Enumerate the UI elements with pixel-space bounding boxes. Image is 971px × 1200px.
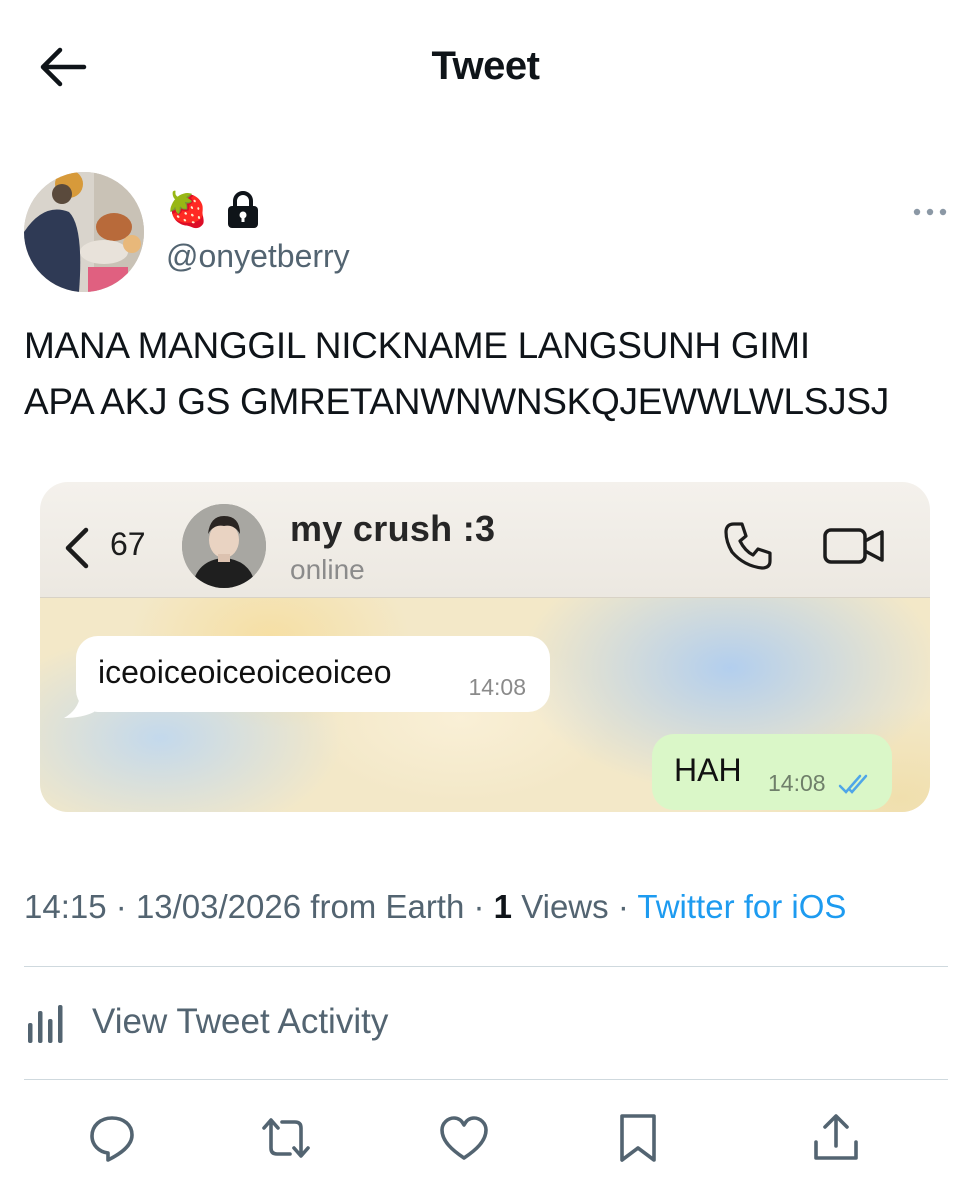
avatar[interactable] [24,172,144,292]
tweet-author: 🍓 @onyetberry [24,172,954,294]
more-dots-icon[interactable] [912,206,948,218]
bar-chart-icon [28,1005,63,1043]
double-check-icon [838,774,868,794]
action-bar [0,1112,971,1172]
top-bar: Tweet [0,0,971,134]
separator-dot: · [473,888,494,925]
user-handle[interactable]: @onyetberry [166,238,350,275]
strawberry-emoji: 🍓 [166,191,209,229]
tweet-source-link[interactable]: Twitter for iOS [637,888,846,925]
contact-status: online [290,554,365,585]
display-name[interactable]: 🍓 [166,188,260,232]
contact-name: my crush :3 [290,508,496,549]
views-label: Views [521,888,609,925]
tweet-text-line: APA AKJ GS GMRETANWNWNSKQJEWWLWLSJSJ [24,381,889,422]
tweet-date: 13/03/2026 [135,888,302,925]
separator-dot: · [115,888,136,925]
phone-icon [724,522,772,570]
tweet-meta: 14:15 · 13/03/2026 from Earth · 1 Views … [24,888,846,926]
divider [24,1079,948,1080]
incoming-message: iceoiceoiceoiceoiceo 14:08 [76,636,550,712]
tweet-text: MANA MANGGIL NICKNAME LANGSUNH GIMI APA … [24,318,954,430]
tweet-media-image[interactable]: 67 my crush :3 online iceoiceoiceoiceoic… [40,482,930,812]
contact-avatar [182,504,266,588]
retweet-icon[interactable] [260,1112,312,1164]
tweet-time: 14:15 [24,888,107,925]
lock-icon [228,191,259,228]
video-camera-icon [823,528,884,564]
reply-icon[interactable] [86,1112,138,1164]
separator-dot: · [617,888,638,925]
unread-count: 67 [110,526,146,562]
message-time: 14:08 [468,674,526,700]
views-count: 1 [493,888,513,925]
chevron-left-icon [65,527,89,569]
chat-body: iceoiceoiceoiceoiceo 14:08 HAH 14:08 [40,598,930,812]
outgoing-message: HAH 14:08 [652,734,892,810]
message-text: iceoiceoiceoiceoiceo [98,654,392,690]
like-icon[interactable] [438,1112,490,1164]
page-title: Tweet [431,44,540,88]
tweet-location: from Earth [310,888,465,925]
view-tweet-activity[interactable]: View Tweet Activity [24,992,388,1052]
divider [24,966,948,967]
message-time: 14:08 [768,770,826,796]
bookmark-icon[interactable] [612,1112,664,1164]
activity-label: View Tweet Activity [92,1002,389,1041]
message-text: HAH [674,752,742,788]
tweet-text-line: MANA MANGGIL NICKNAME LANGSUNH GIMI [24,325,810,366]
share-icon[interactable] [810,1112,862,1164]
chat-header: 67 my crush :3 online [40,482,930,598]
avatar-photo [24,172,144,292]
